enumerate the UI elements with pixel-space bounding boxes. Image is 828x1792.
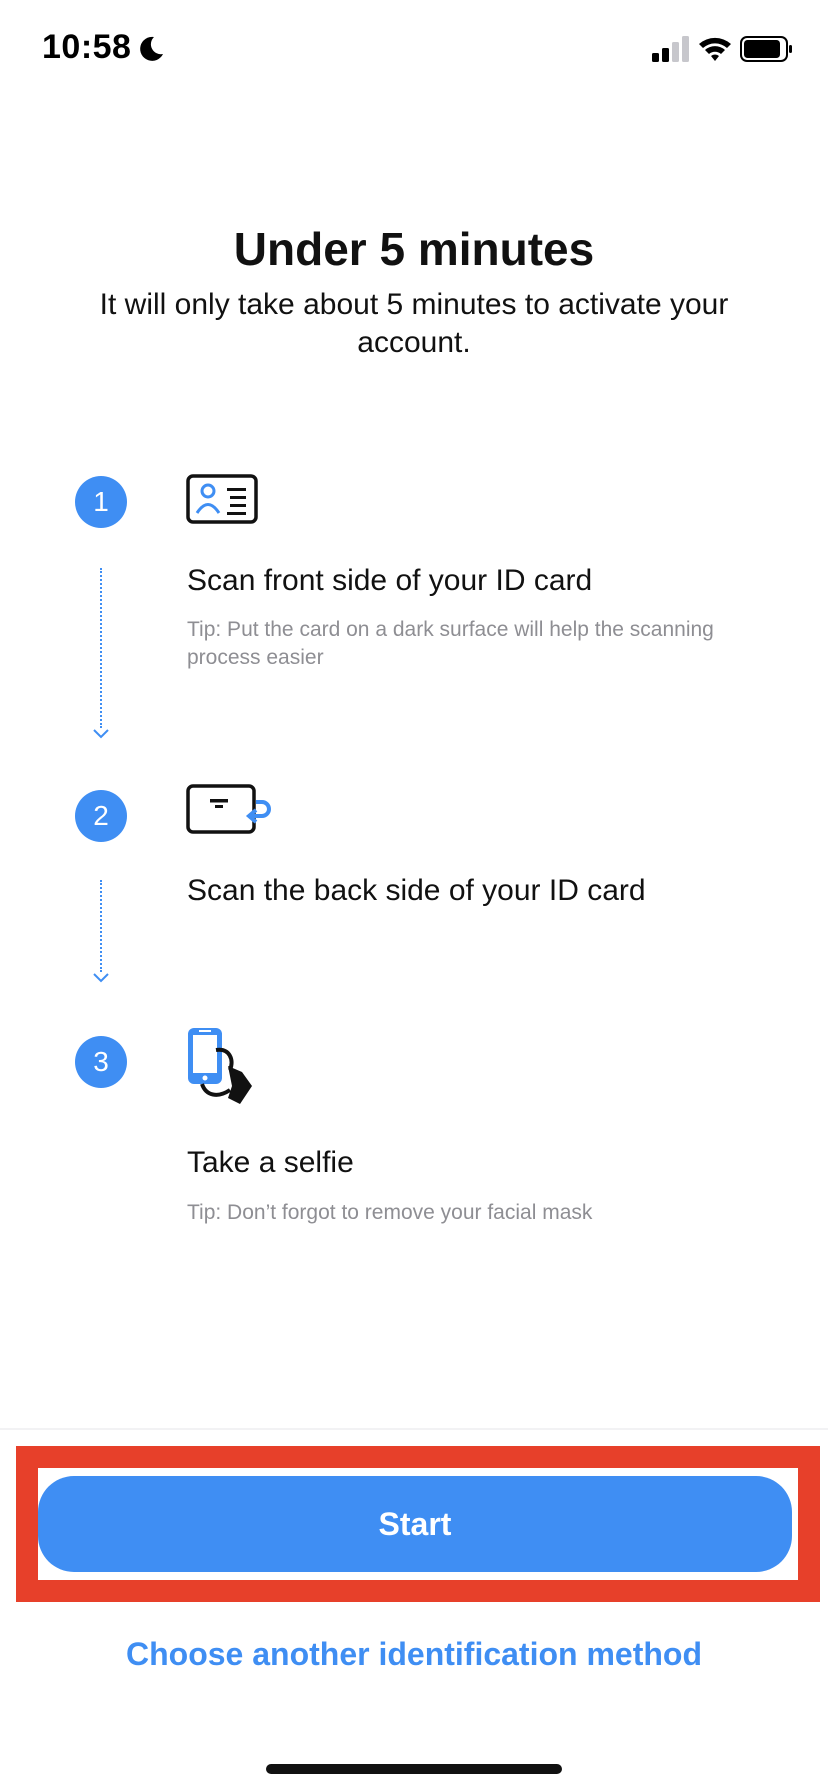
step-1-tip: Tip: Put the card on a dark surface will… — [187, 618, 714, 669]
page-title: Under 5 minutes — [233, 223, 595, 275]
chevron-down-icon — [93, 973, 109, 983]
selfie-phone-icon — [188, 1028, 252, 1104]
identity-verification-screen: 10:58 Under 5 minutes It will only take … — [0, 0, 828, 1792]
status-bar: 10:58 — [0, 0, 828, 100]
start-button[interactable]: Start — [38, 1476, 792, 1572]
battery-icon — [740, 36, 792, 62]
cellular-signal-icon — [652, 36, 689, 62]
id-card-front-icon — [186, 474, 258, 524]
step-connector-1 — [100, 568, 102, 728]
bottom-divider — [0, 1428, 828, 1430]
id-card-back-icon — [186, 784, 271, 834]
wifi-icon — [699, 37, 731, 61]
step-3-title: Take a selfie — [187, 1146, 354, 1179]
step-1-number-badge: 1 — [75, 476, 127, 528]
step-1-title: Scan front side of your ID card — [187, 564, 593, 597]
moon-icon — [140, 36, 163, 61]
chevron-down-icon — [93, 729, 109, 739]
home-indicator[interactable] — [266, 1764, 562, 1774]
step-2-number-badge: 2 — [75, 790, 127, 842]
page-subtitle: It will only take about 5 minutes to act… — [99, 288, 729, 359]
choose-another-method-link[interactable]: Choose another identification method — [0, 1636, 828, 1673]
step-3-tip: Tip: Don’t forgot to remove your facial … — [187, 1201, 593, 1224]
status-time: 10:58 — [42, 28, 132, 66]
step-3-number-badge: 3 — [75, 1036, 127, 1088]
step-connector-2 — [100, 880, 102, 972]
step-2-title: Scan the back side of your ID card — [187, 874, 646, 907]
